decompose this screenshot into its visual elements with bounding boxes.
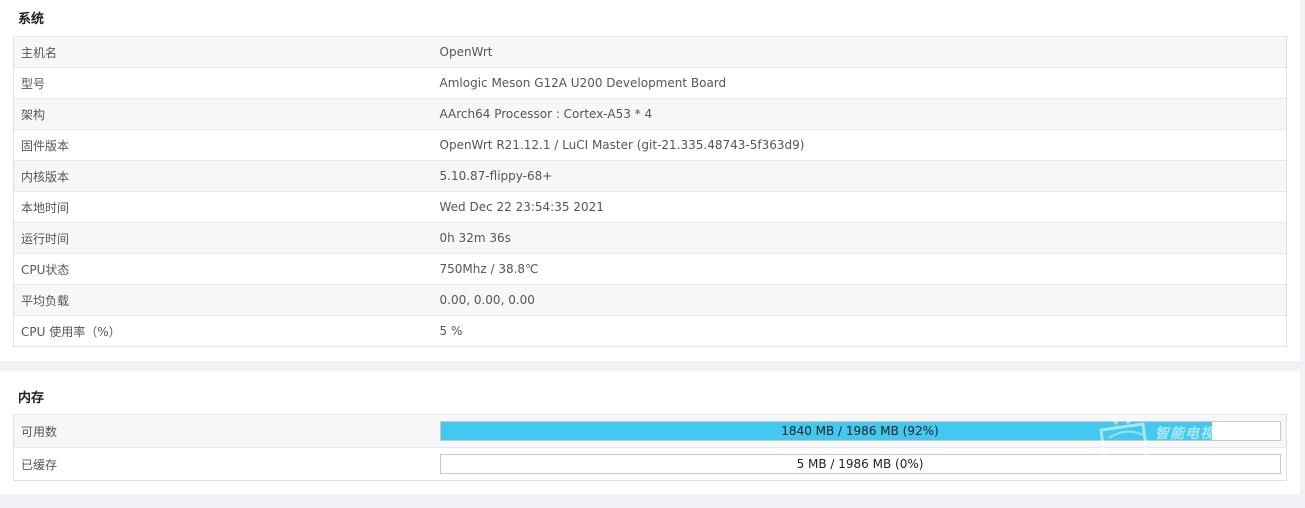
row-value: 0.00, 0.00, 0.00 [433, 284, 1287, 316]
table-row: 已缓存 5 MB / 1986 MB (0%) [13, 447, 1287, 481]
row-label: 可用数 [13, 414, 434, 448]
row-label: 固件版本 [13, 129, 434, 161]
table-row: 可用数 1840 MB / 1986 MB (92%) [13, 414, 1287, 448]
table-row: 主机名 OpenWrt [13, 36, 1287, 68]
table-row: 运行时间 0h 32m 36s [13, 222, 1287, 254]
row-label: 本地时间 [13, 191, 434, 223]
row-label: CPU状态 [13, 253, 434, 285]
row-label: 运行时间 [13, 222, 434, 254]
row-label: 已缓存 [13, 447, 434, 481]
row-label: 型号 [13, 67, 434, 99]
row-value: Amlogic Meson G12A U200 Development Boar… [433, 67, 1287, 99]
memory-section: 内存 可用数 1840 MB / 1986 MB (92%) 已缓存 5 MB … [0, 371, 1300, 494]
row-value: 5.10.87-flippy-68+ [433, 160, 1287, 192]
row-value: OpenWrt [433, 36, 1287, 68]
row-value: OpenWrt R21.12.1 / LuCI Master (git-21.3… [433, 129, 1287, 161]
memory-info-table: 可用数 1840 MB / 1986 MB (92%) 已缓存 5 MB / 1… [13, 414, 1287, 481]
row-label: 架构 [13, 98, 434, 130]
row-value: 0h 32m 36s [433, 222, 1287, 254]
memory-available-progress-bar: 1840 MB / 1986 MB (92%) [439, 421, 1281, 441]
row-value: 5 % [433, 315, 1287, 347]
table-row: 架构 AArch64 Processor : Cortex-A53 * 4 [13, 98, 1287, 130]
table-row: 型号 Amlogic Meson G12A U200 Development B… [13, 67, 1287, 99]
row-label: CPU 使用率（%） [13, 315, 434, 347]
row-value: Wed Dec 22 23:54:35 2021 [433, 191, 1287, 223]
memory-cached-progress-bar: 5 MB / 1986 MB (0%) [439, 454, 1281, 474]
row-label: 平均负载 [13, 284, 434, 316]
table-row: 内核版本 5.10.87-flippy-68+ [13, 160, 1287, 192]
table-row: CPU 使用率（%） 5 % [13, 315, 1287, 347]
system-section: 系统 主机名 OpenWrt 型号 Amlogic Meson G12A U20… [0, 0, 1300, 361]
system-info-table: 主机名 OpenWrt 型号 Amlogic Meson G12A U200 D… [13, 36, 1287, 347]
table-row: 本地时间 Wed Dec 22 23:54:35 2021 [13, 191, 1287, 223]
memory-section-title: 内存 [18, 391, 45, 406]
row-value: AArch64 Processor : Cortex-A53 * 4 [433, 98, 1287, 130]
table-row: 平均负载 0.00, 0.00, 0.00 [13, 284, 1287, 316]
progress-text: 1840 MB / 1986 MB (92%) [781, 424, 939, 438]
row-label: 主机名 [13, 36, 434, 68]
row-value: 750Mhz / 38.8℃ [433, 253, 1287, 285]
progress-text: 5 MB / 1986 MB (0%) [796, 457, 924, 471]
table-row: CPU状态 750Mhz / 38.8℃ [13, 253, 1287, 285]
row-label: 内核版本 [13, 160, 434, 192]
table-row: 固件版本 OpenWrt R21.12.1 / LuCI Master (git… [13, 129, 1287, 161]
system-section-title: 系统 [18, 12, 45, 27]
